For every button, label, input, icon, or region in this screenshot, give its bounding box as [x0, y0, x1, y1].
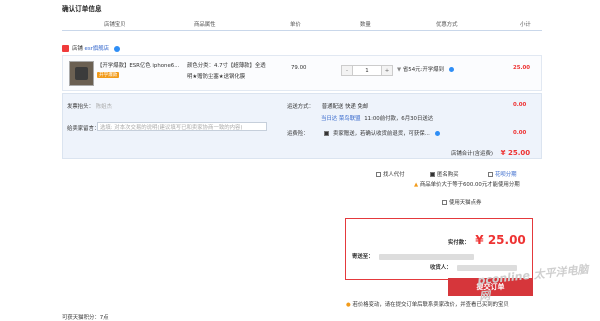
chat-icon[interactable]	[113, 45, 120, 52]
shipping-value: 0.00	[513, 130, 527, 136]
column-headers: 店铺宝贝 商品属性 单价 数量 优惠方式 小计	[62, 15, 542, 31]
message-row: 给卖家留言： 选填: 对本次交易的说明(建议填写已和卖家协商一致的内容)	[67, 122, 267, 132]
quantity-plus-button[interactable]: +	[382, 66, 392, 75]
shop-icon	[62, 45, 69, 52]
column-header: 优惠方式	[436, 22, 458, 28]
anon-buy-label: 匿名购买	[437, 172, 459, 178]
insurance-checkbox[interactable]	[324, 131, 330, 136]
anon-buy-checkbox[interactable]	[430, 172, 435, 177]
ship-to-row: 寄送至：	[352, 252, 528, 260]
column-header: 店铺宝贝	[104, 22, 126, 28]
ship-to-label: 寄送至：	[352, 254, 374, 260]
credit-label: 花呗分期	[495, 172, 517, 178]
tmall-points-label: 使用天猫点券	[449, 200, 482, 206]
column-header: 单价	[290, 22, 301, 28]
receiver-label: 收货人：	[430, 265, 452, 271]
warning-icon: ●	[346, 302, 351, 308]
same-day-badge: 当日达	[321, 116, 338, 122]
invoice-label: 发票抬头：	[67, 104, 94, 110]
shop-name-link[interactable]: esr旗舰店	[85, 46, 110, 52]
insurance-label: 运费险：	[287, 131, 309, 137]
points-note: 可获天猫积分：7点	[62, 315, 109, 321]
shop-total-label: 店铺合计(含运费)	[451, 151, 493, 157]
order-options: 发票抬头： 陈姐杰 运送方式： 普通配送 快递 免邮 当日达 菜鸟联盟 11:0…	[62, 93, 542, 159]
message-placeholder: 选填: 对本次交易的说明(建议填写已和卖家协商一致的内容)	[100, 125, 243, 131]
product-attributes: 颜色分类：4.7寸【超薄款】全透 明★赠防尘塞★送钢化膜	[187, 61, 279, 80]
shop-total-row: 店铺合计(含运费) ¥ 25.00	[451, 149, 530, 157]
attr-line: 颜色分类：4.7寸【超薄款】全透	[187, 63, 266, 69]
promo-select[interactable]: ▼ 省54元:开学爆到	[397, 65, 454, 73]
credit-checkbox[interactable]	[488, 172, 493, 177]
invoice-value: 0.00	[513, 102, 527, 108]
insurance-text: 卖家赠送，若确认收货前退货，可获保...	[333, 131, 430, 137]
promo-badge: 开学爆款	[97, 72, 120, 78]
shop-label: 店铺	[72, 46, 83, 52]
shipping-eta: 11:00前付款，6月30日送达	[364, 116, 434, 122]
friend-pay-option[interactable]: 找人代付	[376, 170, 405, 178]
quantity-input[interactable]: 1	[352, 66, 382, 75]
shipping-label: 运送方式：	[287, 104, 314, 110]
friend-pay-checkbox[interactable]	[376, 172, 381, 177]
paid-label: 实付款：	[448, 240, 470, 246]
installment-note: ▲ 商品单价大于等于600.00元才能使用分期	[414, 180, 520, 188]
invoice-name: 陈姐杰	[95, 104, 112, 110]
insurance-row: 运费险： 卖家赠送，若确认收货前退货，可获保...	[287, 129, 497, 137]
tmall-points-checkbox[interactable]	[442, 200, 447, 205]
message-label: 给卖家留言：	[67, 126, 100, 132]
column-header: 小计	[520, 22, 531, 28]
message-input[interactable]: 选填: 对本次交易的说明(建议填写已和卖家协商一致的内容)	[97, 122, 267, 131]
quantity-minus-button[interactable]: -	[342, 66, 352, 75]
column-header: 商品属性	[194, 22, 216, 28]
shop-total-value: ¥ 25.00	[500, 149, 531, 157]
cainiao-link[interactable]: 菜鸟联盟	[339, 116, 361, 122]
item-subtotal: 25.00	[513, 65, 531, 71]
friend-pay-label: 找人代付	[383, 172, 405, 178]
quantity-stepper: - 1 +	[341, 65, 393, 76]
page-title: 确认订单信息	[62, 5, 102, 13]
attr-line: 明★赠防尘塞★送钢化膜	[187, 74, 246, 80]
anon-buy-option[interactable]: 匿名购买	[430, 170, 459, 178]
tmall-points-option[interactable]: 使用天猫点券	[442, 198, 481, 206]
warning-icon: ▲	[414, 182, 419, 188]
paid-value: ¥ 25.00	[475, 233, 526, 247]
paid-row: 实付款： ¥ 25.00	[448, 233, 526, 247]
ship-to-address	[379, 253, 475, 260]
product-name-link[interactable]: 【开学爆款】ESR亿色 iphone6...	[97, 61, 179, 69]
order-item: 【开学爆款】ESR亿色 iphone6... 开学爆款 颜色分类：4.7寸【超薄…	[62, 55, 542, 91]
shop-line: 店铺 esr旗舰店	[62, 44, 120, 52]
installment-text: 商品单价大于等于600.00元才能使用分期	[419, 182, 520, 188]
unit-price: 79.00	[291, 65, 307, 71]
product-thumbnail[interactable]	[69, 61, 94, 86]
promo-text: 省54元:开学爆到	[402, 67, 444, 73]
shipping-row: 运送方式： 普通配送 快递 免邮 当日达 菜鸟联盟 11:00前付款，6月30日…	[287, 102, 467, 122]
product-info: 【开学爆款】ESR亿色 iphone6... 开学爆款	[97, 61, 179, 78]
help-icon[interactable]	[434, 131, 440, 136]
info-icon	[448, 67, 454, 72]
invoice-row: 发票抬头： 陈姐杰	[67, 102, 116, 110]
shipping-method: 普通配送 快递 免邮	[321, 104, 369, 110]
column-header: 数量	[360, 22, 371, 28]
credit-option[interactable]: 花呗分期	[488, 170, 517, 178]
